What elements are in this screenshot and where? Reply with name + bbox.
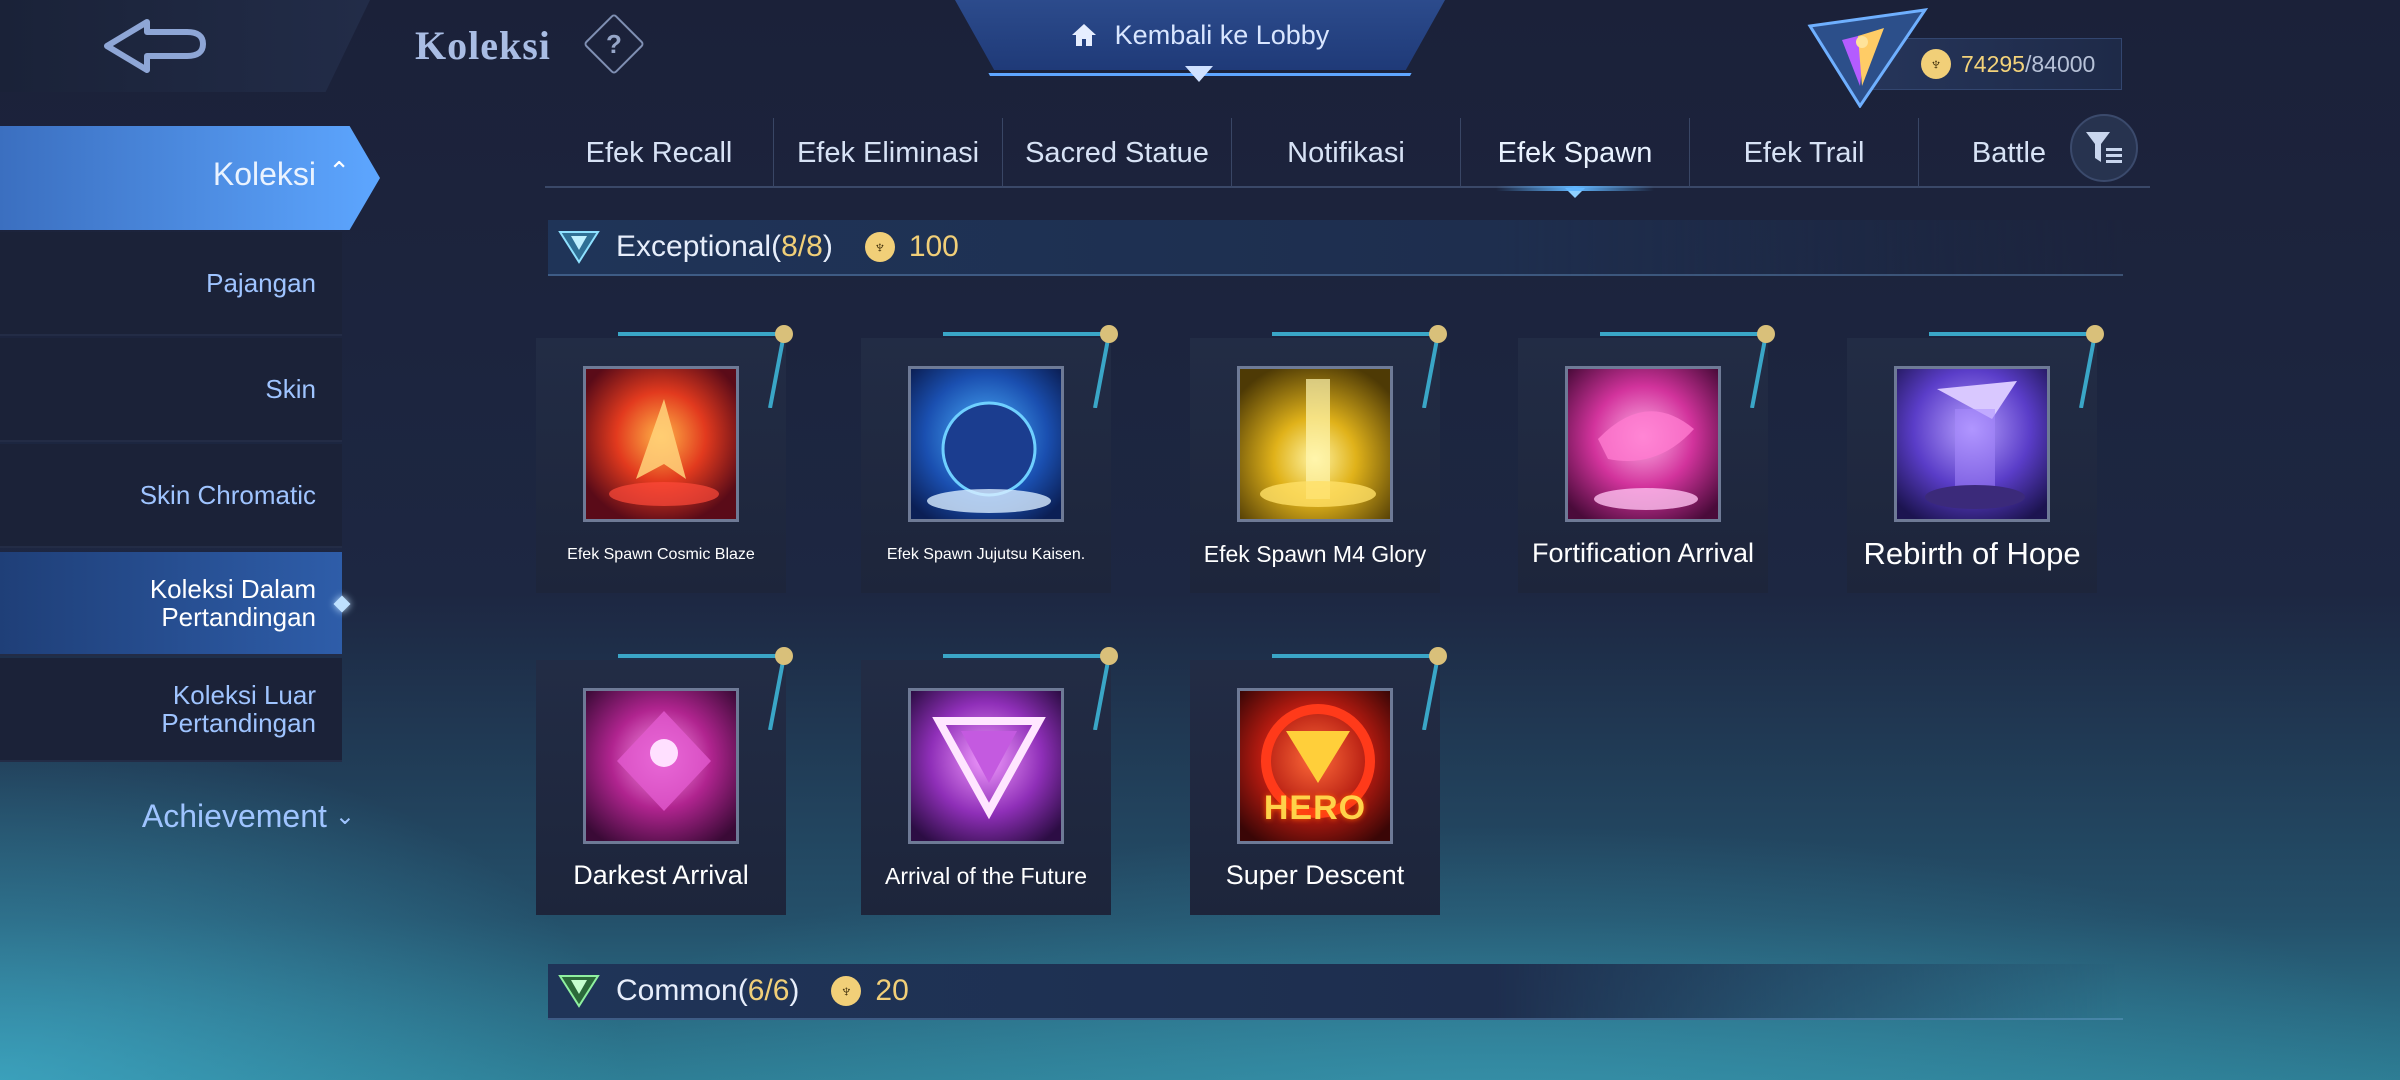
- item-name: Fortification Arrival: [1531, 538, 1755, 568]
- item-thumbnail: [1565, 366, 1721, 522]
- item-card[interactable]: Efek Spawn M4 Glory: [1190, 325, 1447, 593]
- common-rank-icon: [558, 975, 600, 1008]
- chevron-up-icon: ⌃: [328, 156, 350, 186]
- item-thumbnail: [908, 366, 1064, 522]
- sidebar-koleksi-header[interactable]: Koleksi ⌃: [0, 126, 380, 230]
- arrival-of-future-art: [932, 717, 1046, 820]
- item-name: Darkest Arrival: [573, 860, 749, 890]
- item-card[interactable]: Darkest Arrival: [536, 647, 793, 915]
- category-tabs: Efek Recall Efek Eliminasi Sacred Statue…: [545, 118, 2150, 191]
- item-thumbnail: [583, 366, 739, 522]
- item-name: Super Descent: [1225, 860, 1405, 890]
- tab-efek-trail[interactable]: Efek Trail: [1690, 118, 1919, 188]
- item-card[interactable]: Efek Spawn Cosmic Blaze: [536, 325, 793, 593]
- item-name: Rebirth of Hope: [1863, 536, 2081, 571]
- item-card[interactable]: Efek Spawn Jujutsu Kaisen.: [861, 325, 1118, 593]
- tab-notifikasi[interactable]: Notifikasi: [1232, 118, 1461, 188]
- fortification-arrival-art: [1594, 411, 1698, 510]
- filter-icon: [2086, 132, 2122, 163]
- section-rank-label: Common(: [616, 974, 748, 1007]
- back-arrow-icon: [104, 19, 206, 73]
- rank-emblem-icon: [1807, 8, 1929, 108]
- sidebar-main-label: Koleksi: [212, 156, 316, 192]
- section-count: 8/8: [781, 230, 823, 263]
- item-card[interactable]: HERO Super Descent: [1190, 647, 1447, 915]
- chevron-down-icon: ⌄: [334, 802, 355, 830]
- tab-sacred-statue[interactable]: Sacred Statue: [1003, 118, 1232, 188]
- item-card[interactable]: Arrival of the Future: [861, 647, 1118, 915]
- home-icon: [1071, 24, 1096, 46]
- item-card[interactable]: Fortification Arrival: [1518, 325, 1775, 593]
- section-points: 100: [908, 230, 959, 263]
- section-points: 20: [875, 974, 909, 1007]
- m4-glory-art: [1260, 379, 1376, 507]
- section-rank-label: Exceptional(: [616, 230, 782, 263]
- item-thumbnail: HERO: [1237, 688, 1393, 844]
- tab-efek-eliminasi[interactable]: Efek Eliminasi: [774, 118, 1003, 188]
- lobby-label: Kembali ke Lobby: [1114, 19, 1330, 50]
- page-title: Koleksi: [415, 23, 551, 68]
- sidebar-item-skin-chromatic[interactable]: Skin Chromatic: [0, 444, 342, 548]
- section-exceptional-header: Exceptional(8/8) ♆ 100: [548, 220, 2123, 276]
- tab-efek-spawn[interactable]: Efek Spawn: [1461, 118, 1690, 191]
- tab-efek-recall[interactable]: Efek Recall: [545, 118, 774, 188]
- section-common-header: Common(6/6) ♆ 20: [548, 964, 2123, 1020]
- points-max: /84000: [2024, 50, 2096, 77]
- item-thumbnail: [1237, 366, 1393, 522]
- sidebar-item-koleksi-luar-pertandingan[interactable]: Koleksi Luar Pertandingan: [0, 658, 342, 762]
- help-icon[interactable]: ?: [582, 12, 646, 76]
- darkest-arrival-art: [617, 711, 711, 811]
- achievement-label: Achievement: [141, 797, 327, 834]
- hero-badge: HERO: [1263, 789, 1367, 827]
- points-coin-icon: ♆: [831, 976, 862, 1006]
- item-name: Efek Spawn Cosmic Blaze: [567, 546, 755, 563]
- points-current: 74295: [1961, 50, 2025, 77]
- item-thumbnail: [908, 688, 1064, 844]
- filter-button[interactable]: [2070, 114, 2138, 182]
- back-button[interactable]: [0, 0, 370, 92]
- exceptional-rank-icon: [558, 231, 600, 264]
- item-name: Efek Spawn M4 Glory: [1203, 541, 1427, 567]
- sidebar-item-pajangan[interactable]: Pajangan: [0, 232, 342, 336]
- sidebar-item-achievement[interactable]: Achievement ⌄: [0, 786, 355, 846]
- points-coin-icon: ♆: [864, 232, 895, 262]
- item-thumbnail: [1894, 366, 2050, 522]
- item-name: Arrival of the Future: [885, 863, 1087, 889]
- item-name: Efek Spawn Jujutsu Kaisen.: [886, 546, 1086, 563]
- cosmic-blaze-art: [609, 399, 719, 506]
- sidebar-item-koleksi-dalam-pertandingan[interactable]: Koleksi Dalam Pertandingan: [0, 552, 342, 656]
- rebirth-of-hope-art: [1925, 381, 2025, 509]
- item-thumbnail: [583, 688, 739, 844]
- jujutsu-kaisen-art: [927, 401, 1051, 513]
- item-card[interactable]: Rebirth of Hope: [1847, 325, 2104, 593]
- back-to-lobby-button[interactable]: Kembali ke Lobby: [955, 0, 1445, 70]
- sidebar-item-skin[interactable]: Skin: [0, 338, 342, 442]
- section-count: 6/6: [747, 974, 790, 1007]
